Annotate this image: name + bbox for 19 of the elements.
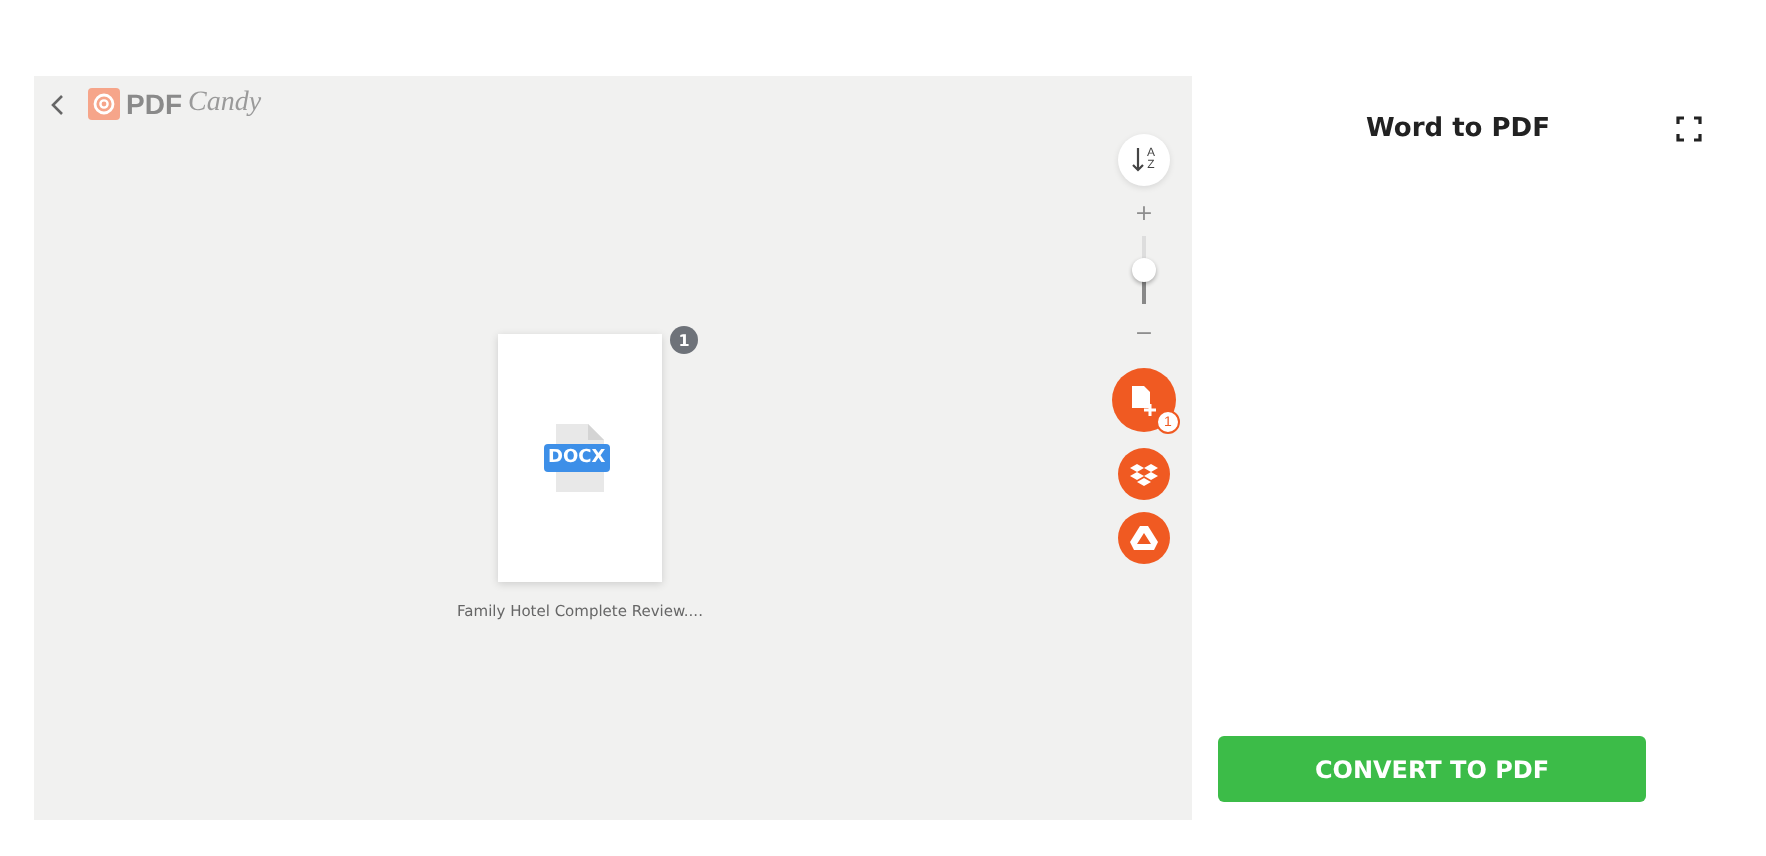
sort-arrow-icon: [1132, 148, 1145, 172]
file-count-badge: 1: [670, 326, 698, 354]
panel-title: Word to PDF: [1366, 113, 1550, 143]
logo-icon: [88, 88, 120, 120]
zoom-out-button[interactable]: −: [1134, 322, 1154, 344]
logo-text: Candy: [188, 88, 262, 120]
dropbox-button[interactable]: [1118, 448, 1170, 500]
convert-button[interactable]: CONVERT TO PDF: [1218, 736, 1646, 802]
fullscreen-icon[interactable]: [1676, 116, 1702, 142]
google-drive-button[interactable]: [1118, 512, 1170, 564]
file-type-label: DOCX: [544, 444, 610, 472]
dropbox-icon: [1130, 462, 1158, 486]
logo-text: PDF: [126, 88, 182, 120]
slider-thumb[interactable]: [1132, 258, 1156, 282]
file-plus-icon: [1128, 384, 1160, 416]
zoom-in-button[interactable]: +: [1134, 202, 1154, 224]
drive-icon: [1130, 526, 1158, 550]
back-icon[interactable]: [50, 93, 64, 115]
file-card[interactable]: DOCX: [498, 334, 662, 582]
